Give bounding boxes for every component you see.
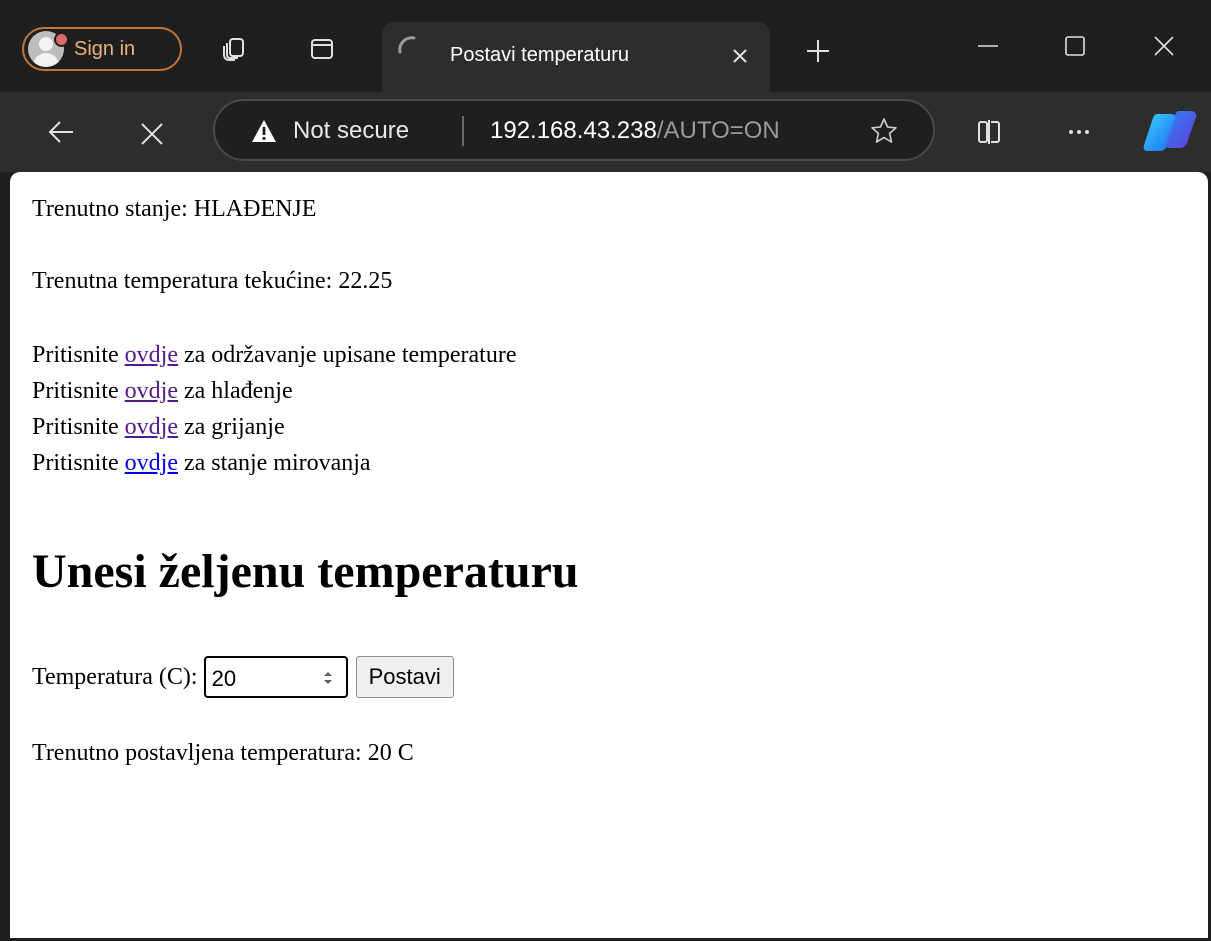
close-icon[interactable] xyxy=(730,46,750,66)
notification-dot xyxy=(54,32,69,47)
address-bar[interactable]: Not secure 192.168.43.238/AUTO=ON xyxy=(213,99,935,161)
temperature-input-value: 20 xyxy=(211,666,237,691)
minimize-icon[interactable] xyxy=(976,34,1000,58)
temperature-label: Trenutna temperatura tekućine: xyxy=(32,268,339,294)
action-heating: Pritisnite ovdje za grijanje xyxy=(32,414,285,441)
action-prefix: Pritisnite xyxy=(32,414,125,440)
tab-actions-icon[interactable] xyxy=(309,36,335,62)
action-idle: Pritisnite ovdje za stanje mirovanja xyxy=(32,450,371,477)
action-suffix: za hlađenje xyxy=(178,378,293,404)
action-prefix: Pritisnite xyxy=(32,342,125,368)
security-label[interactable]: Not secure xyxy=(293,117,409,145)
temperature-field-label: Temperatura (C): xyxy=(32,663,198,690)
browser-toolbar: Not secure 192.168.43.238/AUTO=ON xyxy=(0,92,1211,172)
url-text[interactable]: 192.168.43.238/AUTO=ON xyxy=(490,117,780,145)
action-maintain: Pritisnite ovdje za održavanje upisane t… xyxy=(32,342,516,369)
url-host: 192.168.43.238 xyxy=(490,117,657,144)
warning-icon[interactable] xyxy=(251,119,277,143)
current-set-label: Trenutno postavljena temperatura: xyxy=(32,740,368,766)
tab-active[interactable]: Postavi temperaturu xyxy=(382,22,770,92)
action-prefix: Pritisnite xyxy=(32,450,125,476)
temperature-form: Temperatura (C): 20 Postavi xyxy=(32,656,454,698)
stop-loading-icon[interactable] xyxy=(137,119,167,149)
close-window-icon[interactable] xyxy=(1152,34,1176,58)
workspaces-icon[interactable] xyxy=(221,36,247,62)
maximize-icon[interactable] xyxy=(1063,34,1087,58)
temperature-input[interactable]: 20 xyxy=(203,656,348,698)
state-value: HLAĐENJE xyxy=(193,196,317,222)
current-set-value: 20 xyxy=(367,740,392,766)
split-screen-icon[interactable] xyxy=(974,117,1004,147)
current-set-line: Trenutno postavljena temperatura: 20 C xyxy=(32,740,414,767)
url-path: /AUTO=ON xyxy=(656,117,780,144)
title-bar: Sign in Postavi temperaturu xyxy=(0,0,1211,92)
link-cooling[interactable]: ovdje xyxy=(125,378,178,404)
number-spinner-icon[interactable] xyxy=(322,670,334,686)
temperature-line: Trenutna temperatura tekućine: 22.25 xyxy=(32,268,392,295)
profile-button[interactable]: Sign in xyxy=(22,27,182,71)
action-suffix: za stanje mirovanja xyxy=(178,450,371,476)
action-prefix: Pritisnite xyxy=(32,378,125,404)
submit-button[interactable]: Postavi xyxy=(355,656,454,698)
link-idle[interactable]: ovdje xyxy=(125,450,178,476)
action-suffix: za grijanje xyxy=(178,414,285,440)
profile-label: Sign in xyxy=(74,37,136,60)
url-divider xyxy=(462,116,464,146)
favorite-star-icon[interactable] xyxy=(870,117,898,145)
state-line: Trenutno stanje: HLAĐENJE xyxy=(32,196,316,223)
link-maintain-temperature[interactable]: ovdje xyxy=(125,342,178,368)
more-options-icon[interactable] xyxy=(1064,117,1094,147)
copilot-icon[interactable] xyxy=(1143,110,1197,152)
new-tab-icon[interactable] xyxy=(805,38,831,64)
action-cooling: Pritisnite ovdje za hlađenje xyxy=(32,378,293,405)
web-page: Trenutno stanje: HLAĐENJE Trenutna tempe… xyxy=(10,172,1208,938)
current-set-unit: C xyxy=(391,740,414,766)
loading-icon xyxy=(398,36,416,54)
action-suffix: za održavanje upisane temperature xyxy=(178,342,517,368)
temperature-value: 22.25 xyxy=(338,268,393,294)
link-heating[interactable]: ovdje xyxy=(125,414,178,440)
state-label: Trenutno stanje: xyxy=(32,196,194,222)
tab-title: Postavi temperaturu xyxy=(450,44,629,66)
back-icon[interactable] xyxy=(46,117,76,147)
page-heading: Unesi željenu temperaturu xyxy=(32,545,579,598)
